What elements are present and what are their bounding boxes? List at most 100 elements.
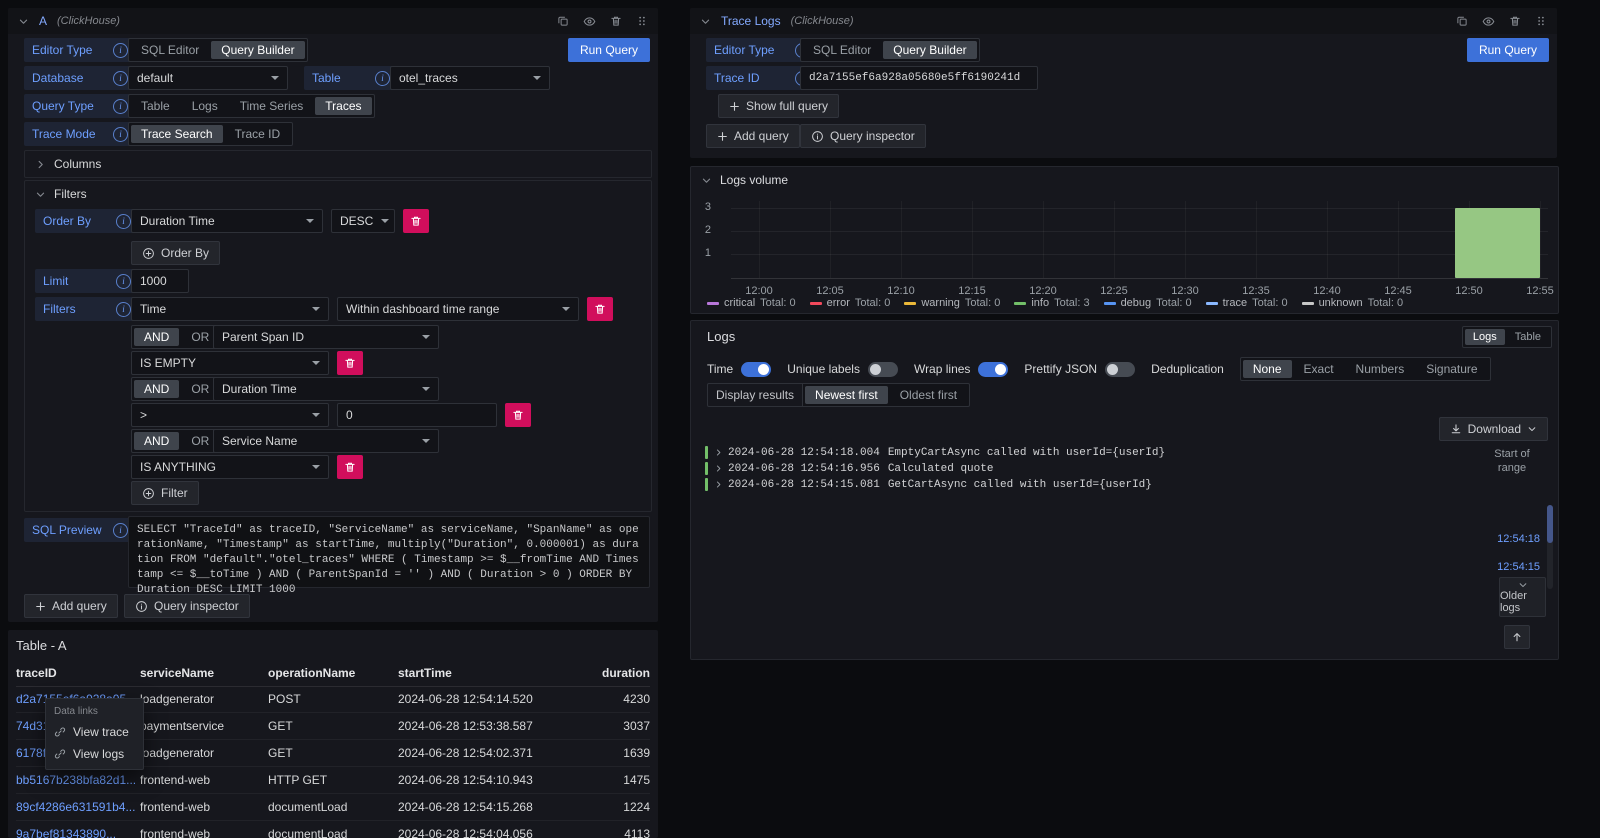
- time-switch[interactable]: [741, 362, 771, 377]
- view-logs-menu-item[interactable]: View logs: [46, 743, 143, 765]
- log-line[interactable]: 2024-06-28 12:54:16.956Calculated quote: [705, 461, 1482, 476]
- column-header[interactable]: duration: [564, 666, 650, 680]
- option-oldest-first[interactable]: Oldest first: [890, 386, 967, 404]
- option-trace-id[interactable]: Trace ID: [225, 125, 291, 143]
- table-cell: 2024-06-28 12:54:02.371: [398, 746, 564, 760]
- duplicate-query-icon[interactable]: [1456, 15, 1468, 27]
- add-query-button[interactable]: Add query: [706, 124, 800, 148]
- column-header[interactable]: traceID: [16, 666, 140, 680]
- option-trace-search[interactable]: Trace Search: [131, 125, 223, 143]
- option-newest-first[interactable]: Newest first: [805, 386, 888, 404]
- option-logs[interactable]: Logs: [1465, 329, 1505, 345]
- filter-operator-select[interactable]: >: [131, 403, 329, 427]
- order-by-field-select[interactable]: Duration Time: [131, 209, 323, 233]
- view-trace-menu-item[interactable]: View trace: [46, 721, 143, 743]
- order-by-direction-select[interactable]: DESC: [331, 209, 395, 233]
- option-and[interactable]: AND: [134, 432, 179, 450]
- filter-value-input[interactable]: 0: [337, 403, 497, 427]
- show-full-query-button[interactable]: Show full query: [718, 94, 839, 118]
- query-row-header-a[interactable]: A (ClickHouse): [8, 8, 658, 34]
- add-filter-button[interactable]: Filter: [131, 481, 199, 505]
- filters-section-header[interactable]: Filters: [25, 181, 97, 207]
- run-query-button[interactable]: Run Query: [568, 38, 650, 62]
- database-select[interactable]: default: [128, 66, 288, 90]
- hide-query-icon[interactable]: [583, 15, 596, 28]
- prettify-json-switch[interactable]: [1105, 362, 1135, 377]
- volume-bar-info[interactable]: [1455, 208, 1540, 278]
- limit-input[interactable]: 1000: [131, 269, 189, 293]
- legend-item[interactable]: criticalTotal: 0: [707, 297, 796, 309]
- filter-time-operator-select[interactable]: Within dashboard time range: [337, 297, 579, 321]
- option-numbers[interactable]: Numbers: [1346, 360, 1415, 378]
- query-row-header-trace-logs[interactable]: Trace Logs (ClickHouse): [690, 8, 1557, 34]
- column-header[interactable]: startTime: [398, 666, 564, 680]
- filter-time-field-select[interactable]: Time: [131, 297, 329, 321]
- drag-handle-icon[interactable]: [636, 15, 648, 27]
- older-logs-button[interactable]: Older logs: [1499, 577, 1546, 617]
- option-sql-editor[interactable]: SQL Editor: [803, 41, 881, 59]
- trace-id-input[interactable]: d2a7155ef6a928a05680e5ff6190241d: [800, 66, 1038, 90]
- option-query-builder[interactable]: Query Builder: [211, 41, 304, 59]
- download-button[interactable]: Download: [1439, 417, 1548, 441]
- x-axis-tick: 12:30: [1165, 285, 1205, 297]
- remove-order-by-button[interactable]: [403, 209, 429, 233]
- trace-id-link[interactable]: bb5167b238bfa82d1...: [16, 773, 140, 787]
- query-inspector-button[interactable]: Query inspector: [800, 124, 926, 148]
- log-line[interactable]: 2024-06-28 12:54:15.081GetCartAsync call…: [705, 477, 1482, 492]
- filter-operator-select[interactable]: IS EMPTY: [131, 351, 329, 375]
- collapse-query-icon[interactable]: [700, 16, 711, 27]
- expand-log-icon[interactable]: [714, 448, 723, 457]
- add-query-button[interactable]: Add query: [24, 594, 118, 618]
- trace-id-link[interactable]: 9a7bef81343890...: [16, 827, 140, 838]
- remove-query-icon[interactable]: [610, 15, 622, 27]
- trace-id-link[interactable]: 89cf4286e631591b4...: [16, 800, 140, 814]
- option-table[interactable]: Table: [1507, 329, 1549, 345]
- log-line[interactable]: 2024-06-28 12:54:18.004EmptyCartAsync ca…: [705, 445, 1482, 460]
- legend-item[interactable]: traceTotal: 0: [1206, 297, 1288, 309]
- query-inspector-button[interactable]: Query inspector: [124, 594, 250, 618]
- column-header[interactable]: operationName: [268, 666, 398, 680]
- option-and[interactable]: AND: [134, 380, 179, 398]
- legend-item[interactable]: debugTotal: 0: [1104, 297, 1192, 309]
- legend-item[interactable]: infoTotal: 3: [1014, 297, 1089, 309]
- legend-item[interactable]: unknownTotal: 0: [1302, 297, 1404, 309]
- log-scrollbar-thumb[interactable]: [1547, 505, 1553, 543]
- option-time-series[interactable]: Time Series: [230, 97, 314, 115]
- wrap-lines-switch[interactable]: [978, 362, 1008, 377]
- scroll-to-top-button[interactable]: [1504, 625, 1530, 649]
- remove-filter-button[interactable]: [337, 455, 363, 479]
- option-query-builder[interactable]: Query Builder: [883, 41, 976, 59]
- option-none[interactable]: None: [1243, 360, 1292, 378]
- option-traces[interactable]: Traces: [315, 97, 371, 115]
- columns-section-header[interactable]: Columns: [25, 151, 111, 177]
- remove-filter-button[interactable]: [337, 351, 363, 375]
- add-order-by-button[interactable]: Order By: [131, 241, 220, 265]
- filter-field-select[interactable]: Service Name: [213, 429, 439, 453]
- logs-volume-header[interactable]: Logs volume: [701, 173, 788, 187]
- option-table[interactable]: Table: [131, 97, 180, 115]
- option-logs[interactable]: Logs: [182, 97, 228, 115]
- option-exact[interactable]: Exact: [1294, 360, 1344, 378]
- option-and[interactable]: AND: [134, 328, 179, 346]
- unique-labels-switch[interactable]: [868, 362, 898, 377]
- filter-field-select[interactable]: Duration Time: [213, 377, 439, 401]
- filter-operator-select[interactable]: IS ANYTHING: [131, 455, 329, 479]
- option-signature[interactable]: Signature: [1416, 360, 1487, 378]
- duplicate-query-icon[interactable]: [557, 15, 569, 27]
- table-select[interactable]: otel_traces: [390, 66, 550, 90]
- expand-log-icon[interactable]: [714, 464, 723, 473]
- remove-query-icon[interactable]: [1509, 15, 1521, 27]
- logs-volume-panel: Logs volume criticalTotal: 0 errorTotal: …: [690, 166, 1559, 314]
- collapse-query-icon[interactable]: [18, 16, 29, 27]
- remove-filter-button[interactable]: [505, 403, 531, 427]
- drag-handle-icon[interactable]: [1535, 15, 1547, 27]
- legend-item[interactable]: warningTotal: 0: [904, 297, 1000, 309]
- expand-log-icon[interactable]: [714, 480, 723, 489]
- hide-query-icon[interactable]: [1482, 15, 1495, 28]
- legend-item[interactable]: errorTotal: 0: [810, 297, 891, 309]
- column-header[interactable]: serviceName: [140, 666, 268, 680]
- remove-filter-button[interactable]: [587, 297, 613, 321]
- option-sql-editor[interactable]: SQL Editor: [131, 41, 209, 59]
- filter-field-select[interactable]: Parent Span ID: [213, 325, 439, 349]
- run-query-button[interactable]: Run Query: [1467, 38, 1549, 62]
